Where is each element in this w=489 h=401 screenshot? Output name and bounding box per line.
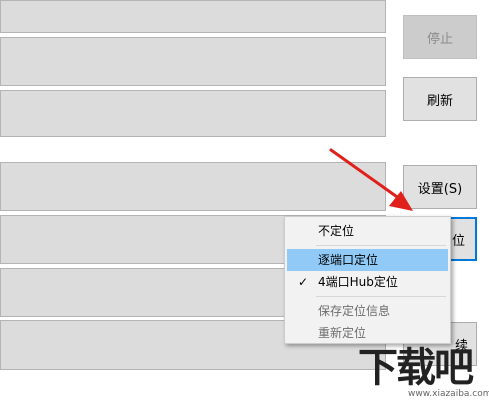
menu-item-save-locate-info[interactable]: 保存定位信息 [287, 300, 448, 322]
menu-item-label: 逐端口定位 [318, 253, 379, 267]
menu-item-relocate[interactable]: 重新定位 [287, 322, 448, 344]
port-panel-1 [0, 0, 386, 33]
port-panel-2 [0, 37, 386, 86]
watermark-logo: 下载吧 www.xiazaiba.com [358, 344, 489, 401]
locate-context-menu: 不定位 逐端口定位 ✓ 4端口Hub定位 保存定位信息 重新定位 [284, 216, 451, 344]
menu-item-label: 重新定位 [318, 326, 367, 340]
menu-item-label: 4端口Hub定位 [318, 275, 398, 289]
menu-item-hub-locate[interactable]: ✓ 4端口Hub定位 [287, 271, 448, 293]
refresh-button[interactable]: 刷新 [403, 77, 477, 121]
menu-separator [316, 245, 446, 246]
watermark-url: www.xiazaiba.com [408, 389, 489, 399]
locate-button-label: 位 [451, 233, 465, 249]
port-panel-4 [0, 162, 386, 211]
checkmark-icon: ✓ [297, 275, 309, 289]
settings-button[interactable]: 设置(S) [403, 165, 477, 209]
stop-button[interactable]: 停止 [403, 15, 477, 59]
menu-item-port-locate[interactable]: 逐端口定位 [287, 249, 448, 271]
menu-item-label: 不定位 [318, 224, 355, 238]
menu-separator [316, 296, 446, 297]
menu-item-no-locate[interactable]: 不定位 [287, 220, 448, 242]
menu-item-label: 保存定位信息 [318, 304, 391, 318]
watermark-main-text: 下载吧 [358, 345, 474, 391]
port-panel-3 [0, 90, 386, 137]
